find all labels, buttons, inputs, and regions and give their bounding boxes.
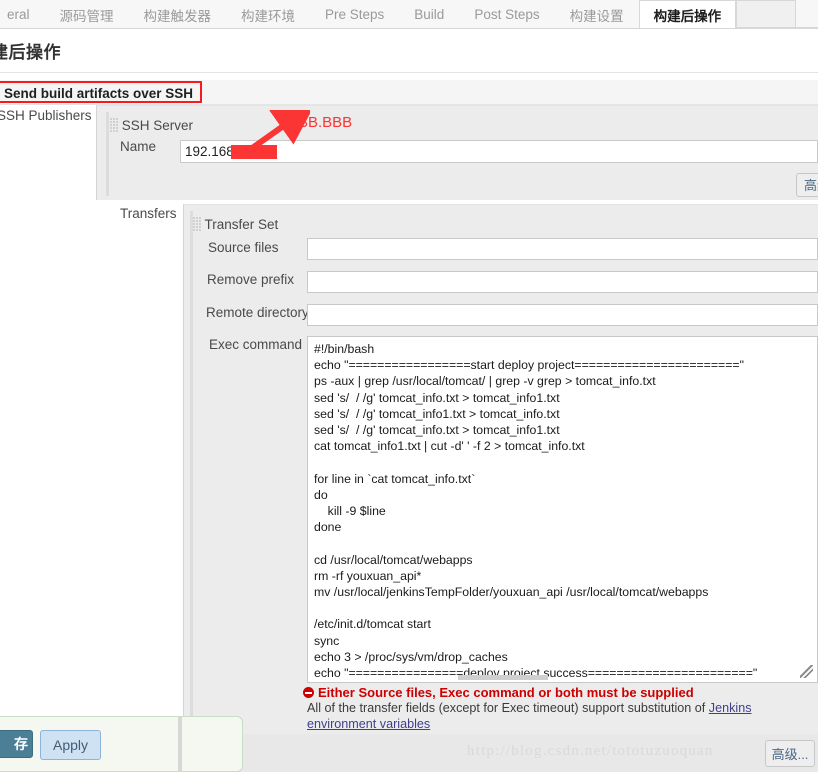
heading-divider (0, 72, 818, 73)
exec-command-label: Exec command (209, 337, 303, 352)
transfer-help-text: All of the transfer fields (except for E… (307, 700, 807, 732)
error-icon (303, 687, 314, 698)
tab-endcap (736, 0, 797, 28)
save-button[interactable]: 存 (0, 730, 33, 758)
tab-pre-steps[interactable]: Pre Steps (310, 0, 399, 28)
exec-command-textarea[interactable] (307, 336, 818, 681)
tab-build-triggers[interactable]: 构建触发器 (129, 0, 227, 28)
tab-general[interactable]: eral (0, 0, 45, 28)
tab-label: 构建环境 (241, 8, 296, 24)
annotation-label-bbbb: BB.BBB (298, 114, 353, 131)
plugin-title-send-build-artifacts-over-ssh: Send build artifacts over SSH (0, 81, 203, 103)
transfer-set-heading-label: Transfer Set (204, 217, 279, 232)
apply-button[interactable]: Apply (40, 730, 101, 760)
drag-handle-icon[interactable] (193, 217, 201, 232)
remote-directory-label: Remote directory (206, 305, 309, 320)
exec-command-scrollbar[interactable] (307, 675, 818, 683)
ssh-server-heading-label: SSH Server (121, 118, 194, 133)
form-button-bar (0, 716, 243, 772)
drag-handle-icon[interactable] (110, 118, 118, 133)
tab-build[interactable]: Build (399, 0, 459, 28)
transfers-label: Transfers (120, 206, 177, 221)
tab-build-environment[interactable]: 构建环境 (226, 0, 310, 28)
watermark-text: http://blog.csdn.net/tototuzuoquan (467, 743, 714, 759)
tab-label: 构建后操作 (653, 8, 722, 24)
remove-prefix-input[interactable] (307, 271, 818, 293)
advanced-button-transfer-set[interactable]: 高级... (765, 740, 815, 767)
remote-directory-input[interactable] (307, 304, 818, 326)
tab-label: Post Steps (474, 7, 540, 22)
tab-label: 构建触发器 (143, 8, 212, 24)
remove-prefix-label: Remove prefix (207, 272, 295, 287)
tab-list: eral 源码管理 构建触发器 构建环境 Pre Steps Build Pos… (0, 0, 818, 28)
advanced-button-ssh-server[interactable]: 高级... (796, 173, 818, 197)
tab-source-management[interactable]: 源码管理 (45, 0, 129, 28)
tab-label: 构建设置 (569, 8, 624, 24)
tab-label: Pre Steps (325, 7, 385, 22)
ssh-publishers-label: SSH Publishers (0, 108, 92, 123)
source-files-input[interactable] (307, 238, 818, 260)
help-text-prefix: All of the transfer fields (except for E… (307, 701, 709, 715)
ssh-server-heading: SSH Server (110, 118, 193, 133)
page-title: 建后操作 (0, 43, 61, 62)
tab-filler (796, 0, 818, 28)
transfer-set-heading: Transfer Set (193, 217, 278, 232)
validation-error-text: Either Source files, Exec command or bot… (318, 685, 694, 700)
tab-label: 源码管理 (59, 8, 114, 24)
tab-post-build-actions[interactable]: 构建后操作 (638, 0, 737, 28)
tab-post-steps[interactable]: Post Steps (459, 0, 554, 28)
ssh-server-name-label: Name (120, 139, 157, 154)
config-tab-bar: eral 源码管理 构建触发器 构建环境 Pre Steps Build Pos… (0, 0, 818, 29)
tab-label: eral (7, 7, 30, 22)
validation-error-message: Either Source files, Exec command or bot… (303, 685, 694, 700)
redaction-block (231, 145, 277, 159)
source-files-label: Source files (208, 240, 279, 255)
tab-build-settings[interactable]: 构建设置 (555, 0, 639, 28)
tab-label: Build (414, 7, 445, 22)
bottom-bar-divider (178, 716, 182, 772)
